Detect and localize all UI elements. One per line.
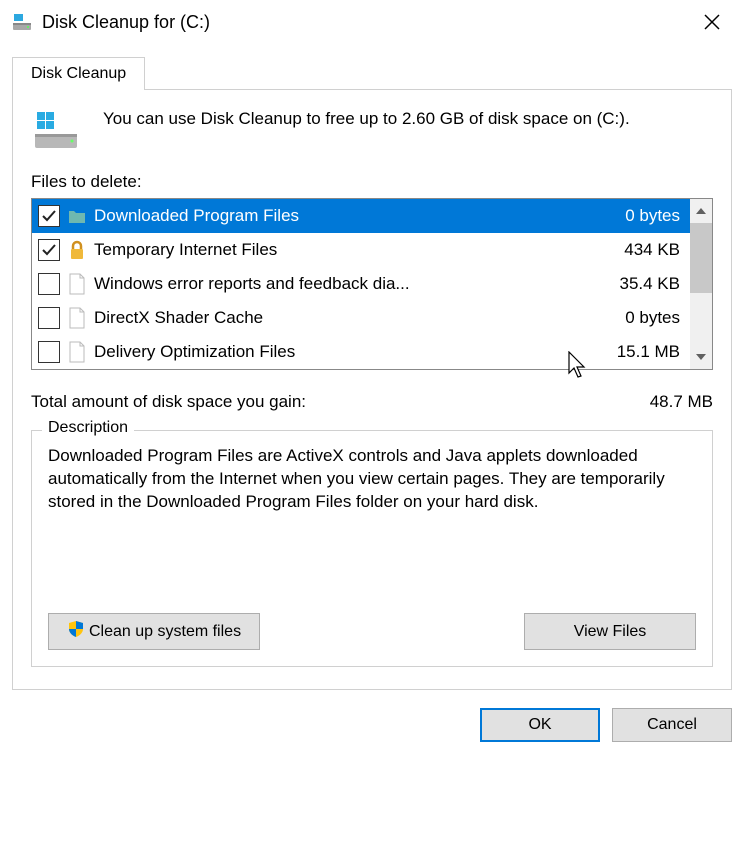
item-name: Delivery Optimization Files xyxy=(94,342,609,362)
files-listbox[interactable]: Downloaded Program Files 0 bytes Temporary… xyxy=(31,198,713,370)
item-name: Downloaded Program Files xyxy=(94,206,617,226)
tabstrip: Disk Cleanup xyxy=(0,44,744,89)
scroll-track[interactable] xyxy=(690,293,712,345)
item-size: 434 KB xyxy=(624,240,680,260)
tab-panel: You can use Disk Cleanup to free up to 2… xyxy=(12,89,732,690)
list-item[interactable]: Windows error reports and feedback dia..… xyxy=(32,267,690,301)
list-item[interactable]: Downloaded Program Files 0 bytes xyxy=(32,199,690,233)
disk-cleanup-icon xyxy=(10,10,34,34)
ok-button[interactable]: OK xyxy=(480,708,600,742)
cancel-label: Cancel xyxy=(647,716,697,734)
item-size: 0 bytes xyxy=(625,206,680,226)
list-item[interactable]: Temporary Internet Files 434 KB xyxy=(32,233,690,267)
close-icon xyxy=(704,14,720,30)
drive-icon xyxy=(31,108,81,152)
scroll-thumb[interactable] xyxy=(690,223,712,293)
checkbox[interactable] xyxy=(38,273,60,295)
clean-system-files-button[interactable]: Clean up system files xyxy=(48,613,260,650)
list-item[interactable]: Delivery Optimization Files 15.1 MB xyxy=(32,335,690,369)
list-item[interactable]: DirectX Shader Cache 0 bytes xyxy=(32,301,690,335)
dialog-footer: OK Cancel xyxy=(0,690,744,760)
ok-label: OK xyxy=(528,716,551,734)
total-value: 48.7 MB xyxy=(650,392,713,412)
total-row: Total amount of disk space you gain: 48.… xyxy=(31,392,713,412)
item-name: Windows error reports and feedback dia..… xyxy=(94,274,612,294)
item-name: Temporary Internet Files xyxy=(94,240,616,260)
item-size: 0 bytes xyxy=(625,308,680,328)
checkbox[interactable] xyxy=(38,307,60,329)
intro-text: You can use Disk Cleanup to free up to 2… xyxy=(103,108,630,131)
item-size: 35.4 KB xyxy=(620,274,681,294)
checkbox[interactable] xyxy=(38,239,60,261)
file-icon xyxy=(66,306,88,330)
cancel-button[interactable]: Cancel xyxy=(612,708,732,742)
lock-icon xyxy=(66,238,88,262)
item-name: DirectX Shader Cache xyxy=(94,308,617,328)
checkbox[interactable] xyxy=(38,205,60,227)
view-files-button[interactable]: View Files xyxy=(524,613,696,650)
total-label: Total amount of disk space you gain: xyxy=(31,392,650,412)
checkbox[interactable] xyxy=(38,341,60,363)
view-files-label: View Files xyxy=(574,623,647,641)
titlebar: Disk Cleanup for (C:) xyxy=(0,0,744,44)
file-icon xyxy=(66,272,88,296)
folder-icon xyxy=(66,204,88,228)
scroll-down-button[interactable] xyxy=(690,345,712,369)
close-button[interactable] xyxy=(692,6,732,38)
intro-row: You can use Disk Cleanup to free up to 2… xyxy=(31,108,713,152)
description-title: Description xyxy=(42,419,134,437)
clean-system-files-label: Clean up system files xyxy=(89,623,241,641)
scroll-up-button[interactable] xyxy=(690,199,712,223)
description-group: Description Downloaded Program Files are… xyxy=(31,430,713,667)
file-icon xyxy=(66,340,88,364)
window-title: Disk Cleanup for (C:) xyxy=(42,12,692,33)
tab-disk-cleanup[interactable]: Disk Cleanup xyxy=(12,57,145,90)
scrollbar[interactable] xyxy=(690,199,712,369)
shield-icon xyxy=(67,620,85,643)
description-text: Downloaded Program Files are ActiveX con… xyxy=(48,445,696,585)
item-size: 15.1 MB xyxy=(617,342,680,362)
files-to-delete-label: Files to delete: xyxy=(31,172,713,192)
